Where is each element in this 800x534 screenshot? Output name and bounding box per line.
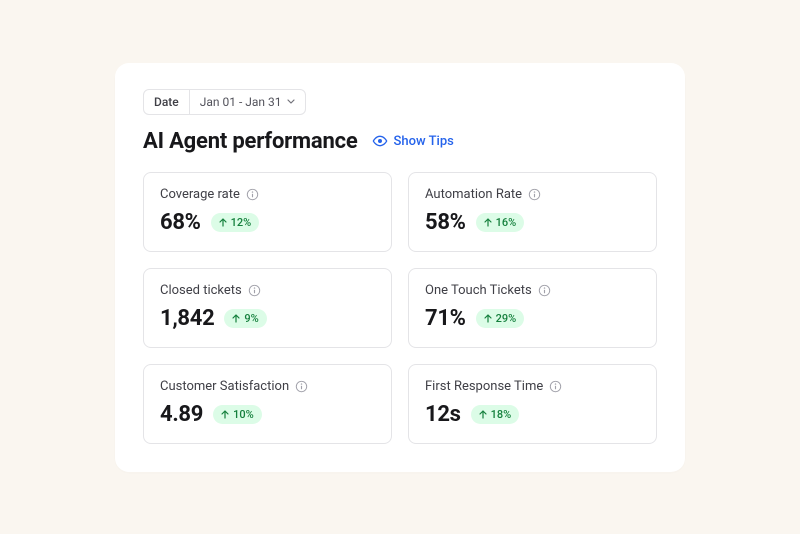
arrow-up-icon [232, 314, 240, 323]
metric-label: Customer Satisfaction [160, 379, 289, 394]
metric-label: Closed tickets [160, 283, 242, 298]
chevron-down-icon [287, 99, 295, 104]
header-row: AI Agent performance Show Tips [143, 129, 657, 154]
metric-delta: 10% [213, 405, 262, 424]
metric-label: Automation Rate [425, 187, 522, 202]
metric-delta-value: 12% [231, 216, 252, 229]
metric-delta-value: 18% [491, 408, 512, 421]
metric-customer-satisfaction: Customer Satisfaction 4.89 10% [143, 364, 392, 444]
info-icon[interactable] [295, 380, 308, 393]
arrow-up-icon [221, 410, 229, 419]
metric-value: 1,842 [160, 306, 214, 331]
page-title: AI Agent performance [143, 129, 358, 154]
metric-value: 4.89 [160, 402, 203, 427]
metric-delta-value: 29% [496, 312, 517, 325]
info-icon[interactable] [528, 188, 541, 201]
metric-delta: 9% [224, 309, 266, 328]
metric-value: 58% [425, 210, 466, 235]
info-icon[interactable] [538, 284, 551, 297]
show-tips-label: Show Tips [394, 134, 454, 149]
arrow-up-icon [484, 314, 492, 323]
metric-label: One Touch Tickets [425, 283, 532, 298]
date-picker-range[interactable]: Jan 01 - Jan 31 [190, 90, 306, 114]
metric-delta-value: 9% [244, 312, 258, 325]
metric-delta: 12% [211, 213, 260, 232]
metric-automation-rate: Automation Rate 58% 16% [408, 172, 657, 252]
metric-coverage-rate: Coverage rate 68% 12% [143, 172, 392, 252]
show-tips-button[interactable]: Show Tips [372, 133, 454, 149]
metric-first-response-time: First Response Time 12s 18% [408, 364, 657, 444]
metric-value: 68% [160, 210, 201, 235]
metric-label: Coverage rate [160, 187, 240, 202]
arrow-up-icon [479, 410, 487, 419]
metric-value: 12s [425, 402, 461, 427]
metric-delta: 16% [476, 213, 525, 232]
date-picker-range-text: Jan 01 - Jan 31 [200, 95, 282, 109]
arrow-up-icon [484, 218, 492, 227]
arrow-up-icon [219, 218, 227, 227]
date-picker[interactable]: Date Jan 01 - Jan 31 [143, 89, 306, 115]
info-icon[interactable] [549, 380, 562, 393]
info-icon[interactable] [246, 188, 259, 201]
metric-label: First Response Time [425, 379, 543, 394]
metric-one-touch-tickets: One Touch Tickets 71% 29% [408, 268, 657, 348]
info-icon[interactable] [248, 284, 261, 297]
metric-delta: 29% [476, 309, 525, 328]
metric-delta: 18% [471, 405, 520, 424]
metric-value: 71% [425, 306, 466, 331]
dashboard-card: Date Jan 01 - Jan 31 AI Agent performanc… [115, 63, 685, 472]
eye-icon [372, 133, 388, 149]
metrics-grid: Coverage rate 68% 12% Automation Rate [143, 172, 657, 444]
metric-delta-value: 10% [233, 408, 254, 421]
date-picker-label: Date [144, 90, 190, 114]
metric-closed-tickets: Closed tickets 1,842 9% [143, 268, 392, 348]
metric-delta-value: 16% [496, 216, 517, 229]
